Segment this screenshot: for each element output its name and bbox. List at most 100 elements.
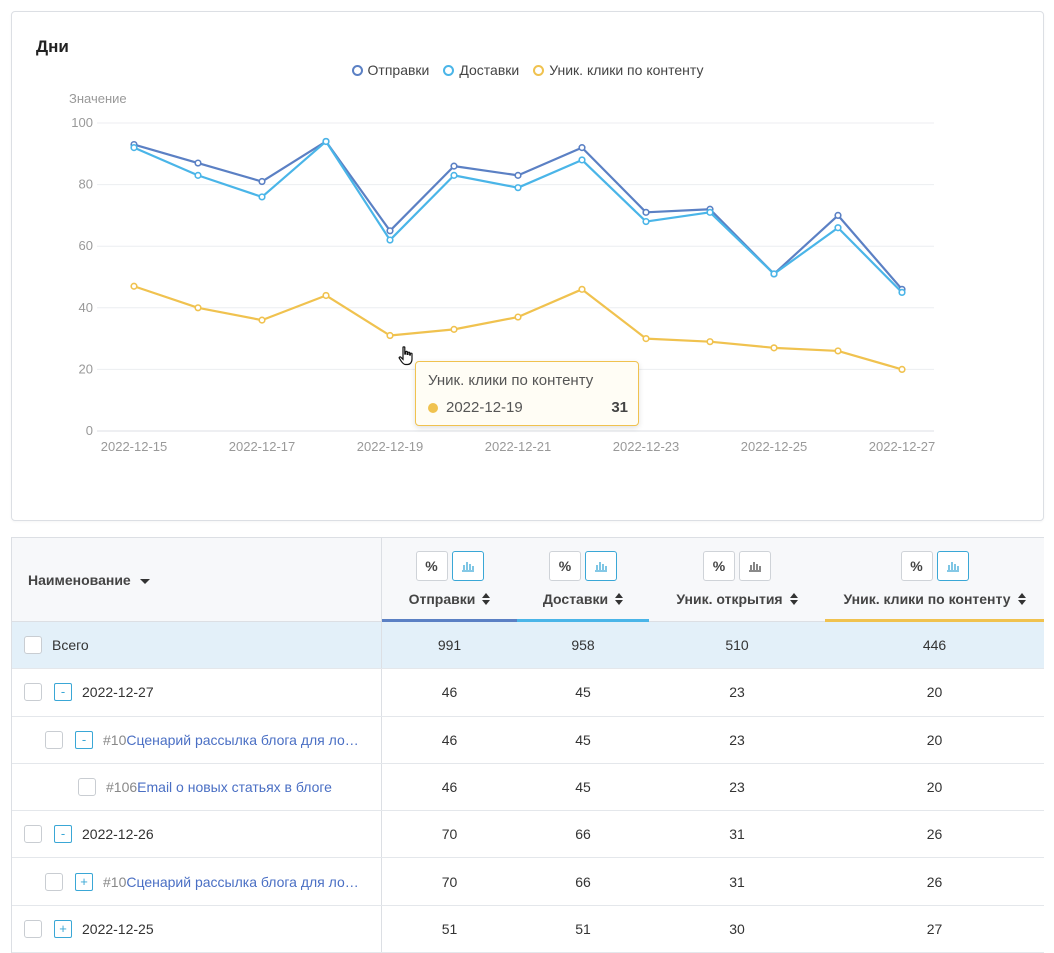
series-line [133, 140, 903, 294]
chart-toggle-button[interactable] [739, 551, 771, 581]
data-point [386, 236, 394, 244]
percent-toggle-button[interactable]: % [549, 551, 581, 581]
value-cell: 446 [922, 637, 947, 654]
name-cell: #106Email о новых статьях в блоге [12, 763, 382, 811]
chart-toggle-button[interactable] [451, 551, 484, 581]
row-checkbox[interactable] [24, 919, 42, 938]
value-cell: 66 [575, 873, 591, 890]
column-header-label[interactable]: Уник. открытия [649, 591, 825, 607]
data-point [386, 331, 394, 340]
column-header-label[interactable]: Уник. клики по контенту [825, 591, 1044, 607]
data-point [578, 285, 586, 293]
row-id: #10 [103, 873, 127, 890]
value-cell: 45 [575, 731, 591, 748]
value-cell: 31 [729, 873, 745, 890]
column-header-name[interactable]: Наименование [12, 538, 382, 622]
expand-button[interactable]: + [54, 919, 72, 938]
value-cell: 70 [441, 873, 458, 890]
sort-icon[interactable] [789, 593, 798, 605]
data-point [706, 208, 714, 216]
data-point [258, 177, 266, 186]
y-axis-label: Значение [69, 91, 127, 106]
data-point [834, 347, 842, 355]
data-point [322, 291, 330, 300]
series-line [133, 140, 903, 291]
row-checkbox[interactable] [78, 778, 96, 797]
value-cell: 991 [437, 637, 462, 654]
sort-icon[interactable] [1017, 593, 1026, 605]
sort-icon[interactable] [482, 593, 491, 605]
percent-toggle-button[interactable]: % [415, 551, 448, 581]
data-point [770, 270, 778, 278]
row-checkbox[interactable] [45, 872, 63, 891]
value-cell: 27 [926, 920, 943, 937]
value-cell: 46 [441, 731, 458, 748]
data-point [898, 288, 906, 297]
row-checkbox[interactable] [24, 683, 42, 702]
table-row: - #10Сценарий рассылка блога для ло… 46 45 2… [12, 716, 1044, 764]
data-point [642, 335, 650, 343]
collapse-button[interactable]: - [75, 730, 93, 749]
row-checkbox[interactable] [24, 825, 42, 844]
x-tick-label: 2022-12-17 [229, 439, 296, 454]
chart-toggle-button[interactable] [585, 551, 617, 581]
row-checkbox[interactable] [24, 636, 42, 655]
value-cell: 510 [725, 637, 749, 654]
row-label: Всего [52, 637, 89, 654]
data-point [514, 171, 522, 179]
data-point [578, 156, 586, 164]
value-cell: 46 [441, 779, 458, 796]
value-cell: 70 [441, 826, 458, 843]
data-point [130, 282, 138, 290]
row-link[interactable]: Email о новых статьях в блоге [137, 779, 332, 795]
data-point [706, 338, 714, 346]
bar-chart-icon [749, 562, 761, 572]
sort-icon[interactable] [615, 593, 624, 605]
value-cell: 30 [729, 920, 745, 937]
data-point [450, 162, 458, 170]
bar-chart-icon [461, 562, 474, 572]
series-marker-icon [428, 402, 438, 413]
collapse-button[interactable]: - [54, 683, 72, 702]
row-link[interactable]: Сценарий рассылка блога для ло… [126, 732, 358, 748]
value-cell: 20 [926, 731, 943, 748]
sort-desc-icon[interactable] [139, 579, 150, 584]
row-name: 2022-12-27 [82, 684, 154, 700]
value-cell: 46 [441, 684, 458, 701]
row-checkbox[interactable] [45, 730, 63, 749]
y-tick-label: 60 [79, 238, 93, 253]
column-header-deliveries: % Доставки [517, 538, 649, 623]
value-cell: 66 [575, 826, 591, 843]
percent-toggle-button[interactable]: % [900, 551, 933, 581]
data-point [258, 193, 266, 201]
chart-toggle-button[interactable] [936, 551, 969, 581]
bar-chart-icon [946, 562, 959, 572]
row-name[interactable]: #10Сценарий рассылка блога для ло… [103, 874, 359, 890]
x-tick-label: 2022-12-25 [741, 439, 808, 454]
x-tick-label: 2022-12-27 [869, 439, 936, 454]
tooltip-date: 2022-12-19 [446, 399, 523, 416]
percent-toggle-button[interactable]: % [703, 551, 735, 581]
value-cell: 23 [729, 779, 745, 796]
name-cell: Всего [12, 622, 382, 669]
row-name[interactable]: #10Сценарий рассылка блога для ло… [103, 732, 359, 748]
row-label: 2022-12-26 [82, 826, 154, 843]
row-name[interactable]: #106Email о новых статьях в блоге [106, 779, 332, 795]
table-row: -2022-12-27 46 45 23 20 [12, 669, 1044, 717]
row-name: 2022-12-25 [82, 921, 154, 937]
data-point [258, 316, 266, 324]
expand-button[interactable]: + [75, 872, 93, 891]
value-cell: 23 [729, 731, 745, 748]
value-cell: 51 [441, 920, 458, 937]
value-cell: 45 [575, 684, 591, 701]
row-link[interactable]: Сценарий рассылка блога для ло… [126, 874, 358, 890]
column-header-label[interactable]: Доставки [517, 591, 649, 607]
column-header-label[interactable]: Отправки [382, 591, 517, 607]
collapse-button[interactable]: - [54, 825, 72, 844]
data-point [194, 159, 202, 167]
data-point [642, 208, 650, 216]
table-row: #106Email о новых статьях в блоге 46 45 23 2… [12, 763, 1044, 812]
name-cell: +2022-12-25 [12, 905, 382, 953]
value-cell: 20 [926, 779, 943, 796]
table-header: Наименование % Отправки % Доставки % Уни… [12, 538, 1044, 623]
